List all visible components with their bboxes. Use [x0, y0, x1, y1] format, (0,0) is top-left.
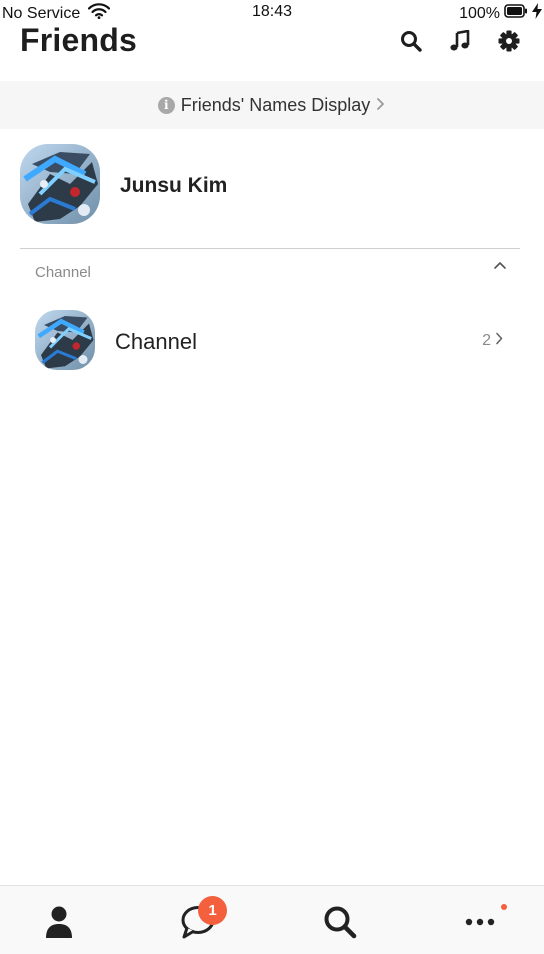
my-profile-row[interactable]: Junsu Kim	[0, 140, 544, 230]
page-title: Friends	[20, 22, 137, 58]
person-icon[interactable]	[39, 902, 79, 942]
channel-count-value: 2	[482, 332, 491, 349]
chevron-right-icon	[495, 332, 504, 350]
avatar[interactable]	[20, 144, 100, 224]
info-icon: i	[157, 96, 175, 114]
music-icon[interactable]	[447, 28, 473, 54]
channel-section-header[interactable]: Channel	[0, 252, 544, 288]
header: Friends	[0, 20, 544, 78]
more-icon[interactable]	[460, 902, 500, 942]
search-icon[interactable]	[398, 28, 424, 54]
search-icon[interactable]	[320, 902, 360, 942]
list-item[interactable]: Channel 2	[0, 306, 544, 376]
new-indicator-dot	[501, 904, 507, 910]
banner-label: Friends' Names Display	[180, 94, 371, 115]
channel-avatar	[35, 310, 95, 370]
names-display-banner[interactable]: i Friends' Names Display	[0, 81, 544, 129]
unread-badge: 1	[198, 896, 227, 925]
profile-name: Junsu Kim	[120, 174, 228, 197]
gear-icon[interactable]	[496, 28, 522, 54]
friends-screen: No Service 18:43 100% Friends i Friends'…	[0, 0, 544, 954]
divider	[20, 248, 520, 249]
channel-name: Channel	[115, 329, 197, 354]
channel-count: 2	[482, 332, 504, 350]
chevron-right-icon	[376, 95, 386, 116]
chevron-up-icon[interactable]	[492, 258, 508, 274]
section-label: Channel	[35, 264, 91, 281]
tab-bar: 1	[0, 885, 544, 954]
